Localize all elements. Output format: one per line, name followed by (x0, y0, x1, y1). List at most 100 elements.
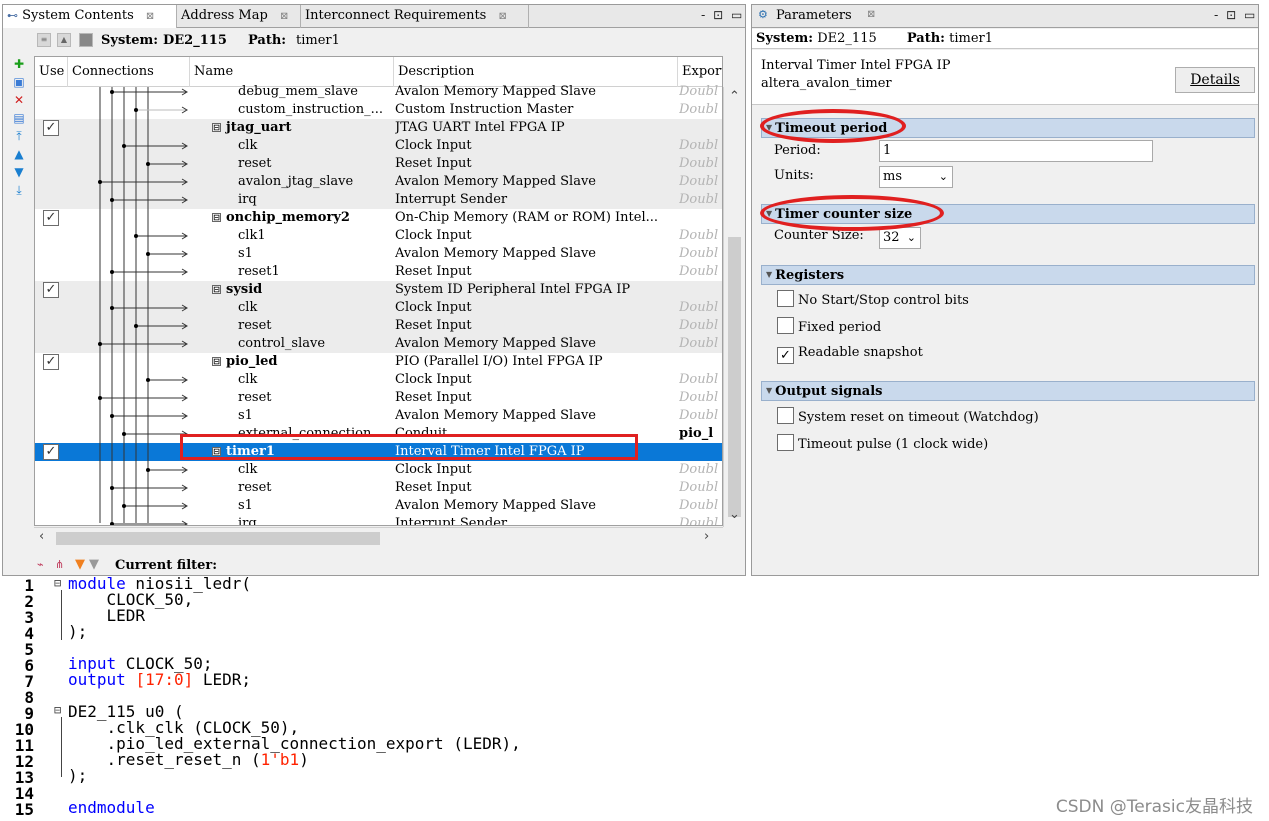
row-description: System ID Peripheral Intel FPGA IP (395, 282, 631, 297)
move-down-icon[interactable]: ▼ (9, 165, 29, 183)
code-editor[interactable]: 1 2 3 4 5 6 7 8 9 10 11 12 13 14 15 ⊟ ⊟ module niosii_… (0, 576, 1269, 821)
row-export[interactable] (679, 281, 722, 299)
connection-dot (134, 324, 138, 328)
period-input[interactable]: 1 (879, 140, 1153, 162)
hierarchy-icon[interactable]: ⋔ (55, 558, 64, 571)
details-button[interactable]: Details (1175, 67, 1255, 93)
row-export[interactable]: Doubl (679, 497, 722, 515)
close-icon[interactable]: ⊠ (499, 11, 507, 22)
row-export[interactable] (679, 443, 722, 461)
connection-dot (146, 162, 150, 166)
scroll-up-icon[interactable]: ⌃ (729, 89, 740, 104)
no-start-stop-checkbox-row[interactable]: No Start/Stop control bits (777, 290, 969, 310)
tab-system-contents[interactable]: ⊷ System Contents ⊠ (3, 5, 177, 28)
row-export[interactable]: Doubl (679, 263, 722, 281)
no-start-stop-checkbox[interactable] (777, 290, 794, 307)
readable-snapshot-checkbox[interactable]: ✓ (777, 347, 794, 364)
row-description: Avalon Memory Mapped Slave (395, 336, 596, 351)
parameters-path-bar: System: DE2_115 Path: timer1 (752, 29, 1258, 49)
fixed-period-checkbox[interactable] (777, 317, 794, 334)
row-export[interactable] (679, 209, 722, 227)
window-controls[interactable]: - ⊡ ▭ (1214, 8, 1257, 22)
use-checkbox[interactable]: ✓ (43, 210, 59, 226)
use-checkbox[interactable]: ✓ (43, 282, 59, 298)
horizontal-scrollbar[interactable]: ‹ › (34, 527, 723, 548)
code-text: LEDR; (193, 670, 252, 689)
use-checkbox[interactable]: ✓ (43, 120, 59, 136)
collapse-triangle-icon[interactable]: ▼ (766, 386, 772, 395)
timeout-pulse-checkbox[interactable] (777, 434, 794, 451)
row-export[interactable]: Doubl (679, 515, 722, 525)
row-export[interactable]: Doubl (679, 101, 722, 119)
path-label: Path: (248, 33, 287, 48)
close-icon[interactable]: ⊠ (146, 11, 154, 22)
collapse-icon[interactable]: ⊟ (212, 213, 221, 222)
close-icon[interactable]: ⊠ (280, 11, 288, 22)
row-export[interactable]: Doubl (679, 479, 722, 497)
clear-filter-icon[interactable]: ▼ (89, 557, 99, 572)
counter-size-dropdown[interactable]: 32 ⌄ (879, 227, 921, 249)
connect-icon[interactable]: ▣ (9, 75, 29, 93)
fixed-period-checkbox-row[interactable]: Fixed period (777, 317, 881, 337)
fold-icon[interactable]: ⊟ (54, 703, 61, 717)
move-bottom-icon[interactable]: ⤓ (9, 183, 29, 201)
row-export[interactable]: Doubl (679, 389, 722, 407)
collapse-icon[interactable]: ⊟ (212, 285, 221, 294)
timeout-pulse-checkbox-row[interactable]: Timeout pulse (1 clock wide) (777, 434, 988, 454)
row-export[interactable]: Doubl (679, 173, 722, 191)
collapse-icon[interactable]: ⊟ (212, 123, 221, 132)
scroll-left-icon[interactable]: ‹ (39, 529, 44, 544)
row-export[interactable] (679, 119, 722, 137)
edit-icon[interactable]: ▤ (9, 111, 29, 129)
move-top-icon[interactable]: ⤒ (9, 129, 29, 147)
section-output-signals[interactable]: ▼ Output signals (761, 381, 1255, 401)
horizontal-scroll-thumb[interactable] (56, 532, 380, 545)
system-label: System: (756, 31, 814, 46)
row-name-text: s1 (238, 498, 253, 513)
fold-icon[interactable]: ⊟ (54, 576, 61, 590)
collapse-triangle-icon[interactable]: ▼ (766, 270, 772, 279)
row-name: custom_instruction_... (212, 101, 412, 119)
move-up-icon[interactable]: ▲ (9, 147, 29, 165)
row-export[interactable]: Doubl (679, 83, 722, 101)
collapse-icon[interactable]: ⊟ (212, 357, 221, 366)
readable-snapshot-checkbox-row[interactable]: ✓ Readable snapshot (777, 344, 923, 364)
watchdog-checkbox-row[interactable]: System reset on timeout (Watchdog) (777, 407, 1039, 427)
up-level-icon[interactable]: ▲ (57, 33, 71, 47)
window-controls[interactable]: - ⊡ ▭ (701, 8, 744, 22)
connection-dot (98, 180, 102, 184)
close-icon[interactable]: ⊠ (867, 9, 875, 20)
row-export[interactable]: Doubl (679, 191, 722, 209)
watchdog-checkbox[interactable] (777, 407, 794, 424)
row-description: Clock Input (395, 138, 472, 153)
row-name-text: clk (238, 462, 258, 477)
row-export[interactable]: Doubl (679, 245, 722, 263)
scroll-right-icon[interactable]: › (704, 529, 709, 544)
add-icon[interactable]: ✚ (9, 57, 29, 75)
remove-icon[interactable]: ✕ (9, 93, 29, 111)
row-export[interactable]: Doubl (679, 335, 722, 353)
row-export[interactable]: Doubl (679, 371, 722, 389)
row-export[interactable]: Doubl (679, 155, 722, 173)
row-export[interactable]: Doubl (679, 407, 722, 425)
use-checkbox[interactable]: ✓ (43, 354, 59, 370)
tab-interconnect-requirements[interactable]: Interconnect Requirements ⊠ (301, 5, 529, 28)
tab-address-map[interactable]: Address Map ⊠ (177, 5, 301, 28)
collapse-all-icon[interactable]: ≡ (37, 33, 51, 47)
vertical-scroll-thumb[interactable] (728, 237, 741, 517)
units-dropdown[interactable]: ms ⌄ (879, 166, 953, 188)
row-export[interactable]: pio_l (679, 425, 722, 443)
row-export[interactable] (679, 353, 722, 371)
row-export[interactable]: Doubl (679, 461, 722, 479)
use-checkbox[interactable]: ✓ (43, 444, 59, 460)
scroll-down-icon[interactable]: ⌄ (729, 507, 740, 522)
row-export[interactable]: Doubl (679, 299, 722, 317)
units-label: Units: (774, 168, 814, 183)
signal-icon[interactable]: ⌁ (37, 558, 44, 571)
section-registers[interactable]: ▼ Registers (761, 265, 1255, 285)
vertical-scrollbar[interactable]: ⌃ ⌄ (723, 87, 744, 527)
row-export[interactable]: Doubl (679, 227, 722, 245)
row-export[interactable]: Doubl (679, 137, 722, 155)
filter-icon[interactable]: ▼ (75, 557, 85, 572)
row-export[interactable]: Doubl (679, 317, 722, 335)
